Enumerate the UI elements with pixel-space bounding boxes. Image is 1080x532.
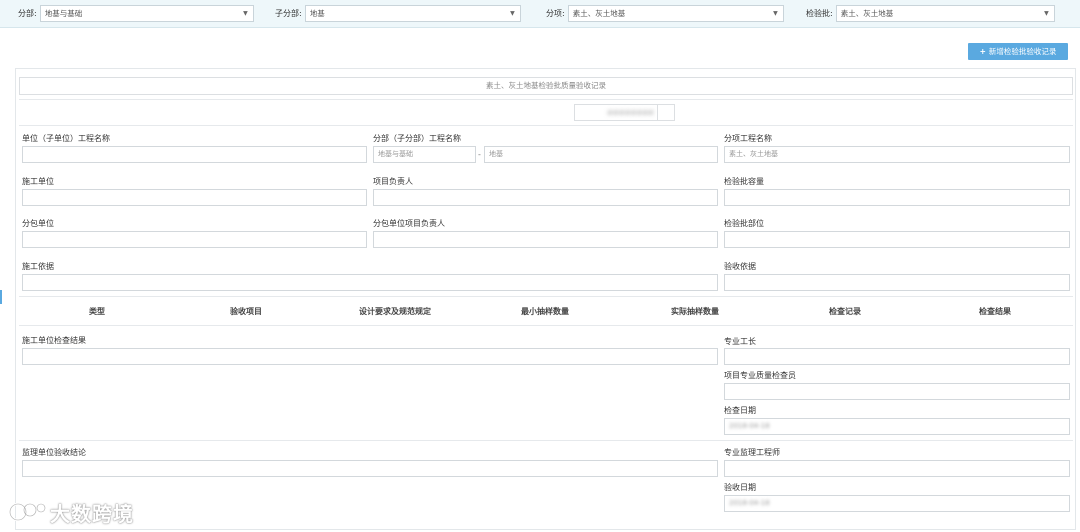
acceptance-date-label: 验收日期	[724, 483, 756, 492]
record-number-value: ########	[607, 109, 654, 117]
side-marker	[0, 290, 2, 304]
divider	[19, 125, 1073, 126]
subdivision-filter: 子分部: 地基 ▼	[275, 5, 521, 22]
construction-basis-label: 施工依据	[22, 262, 54, 271]
check-date-input[interactable]: 2018-04-18	[724, 418, 1070, 435]
construction-basis-input[interactable]	[22, 274, 718, 291]
record-number-field[interactable]: ########	[574, 104, 675, 121]
check-date-value: 2018-04-18	[729, 422, 770, 430]
professional-foreman-input[interactable]	[724, 348, 1070, 365]
item-project-name-value: 素土、灰土地基	[729, 150, 778, 158]
batch-location-input[interactable]	[724, 231, 1070, 248]
add-batch-record-button[interactable]: + 新增检验批验收记录	[968, 43, 1068, 60]
divider	[657, 105, 658, 120]
project-manager-label: 项目负责人	[373, 177, 413, 186]
unit-project-name-input[interactable]	[22, 146, 367, 163]
column-header-min-sample: 最小抽样数量	[521, 307, 569, 316]
unit-project-name-label: 单位（子单位）工程名称	[22, 134, 110, 143]
watermark-text: 大数跨境	[50, 501, 134, 526]
column-header-type: 类型	[89, 307, 105, 316]
batch-location-label: 检验批部位	[724, 219, 764, 228]
division-project-name-label: 分部（子分部）工程名称	[373, 134, 461, 143]
watermark-logo-icon	[8, 502, 47, 522]
professional-foreman-label: 专业工长	[724, 337, 756, 346]
division-name-input[interactable]: 地基与基础	[373, 146, 476, 163]
division-filter: 分部: 地基与基础 ▼	[18, 5, 254, 22]
supervision-conclusion-input[interactable]	[22, 460, 718, 477]
batch-filter-label: 检验批:	[806, 9, 833, 18]
chevron-down-icon: ▼	[1044, 10, 1049, 17]
item-select-value: 素土、灰土地基	[572, 9, 626, 18]
item-project-name-label: 分项工程名称	[724, 134, 772, 143]
division-select-value: 地基与基础	[44, 9, 83, 18]
batch-capacity-input[interactable]	[724, 189, 1070, 206]
subdivision-select[interactable]: 地基 ▼	[304, 5, 521, 22]
add-batch-record-label: 新增检验批验收记录	[988, 47, 1057, 56]
acceptance-date-value: 2018-04-18	[729, 499, 770, 507]
column-header-check-record: 检查记录	[829, 307, 861, 316]
quality-inspector-input[interactable]	[724, 383, 1070, 400]
acceptance-basis-input[interactable]	[724, 274, 1070, 291]
divider	[19, 99, 1073, 100]
subdivision-select-value: 地基	[309, 9, 325, 18]
chevron-down-icon: ▼	[773, 10, 778, 17]
column-header-design-requirement: 设计要求及规范规定	[359, 307, 431, 316]
subcontract-unit-label: 分包单位	[22, 219, 54, 228]
subcontract-manager-label: 分包单位项目负责人	[373, 219, 445, 228]
divider	[19, 296, 1073, 297]
subcontract-unit-input[interactable]	[22, 231, 367, 248]
subcontract-manager-input[interactable]	[373, 231, 718, 248]
item-filter: 分项: 素土、灰土地基 ▼	[546, 5, 784, 22]
acceptance-date-input[interactable]: 2018-04-18	[724, 495, 1070, 512]
item-filter-label: 分项:	[546, 9, 565, 18]
batch-select[interactable]: 素土、灰土地基 ▼	[835, 5, 1055, 22]
subdivision-name-input[interactable]: 地基	[484, 146, 718, 163]
check-date-label: 检查日期	[724, 406, 756, 415]
column-header-actual-sample: 实际抽样数量	[671, 307, 719, 316]
form-title: 素土、灰土地基检验批质量验收记录	[19, 77, 1073, 95]
supervision-engineer-label: 专业监理工程师	[724, 448, 780, 457]
chevron-down-icon: ▼	[243, 10, 248, 17]
separator-dash: -	[478, 150, 481, 159]
plus-icon: +	[979, 47, 986, 56]
construction-check-result-input[interactable]	[22, 348, 718, 365]
item-select[interactable]: 素土、灰土地基 ▼	[567, 5, 784, 22]
batch-capacity-label: 检验批容量	[724, 177, 764, 186]
project-manager-input[interactable]	[373, 189, 718, 206]
supervision-conclusion-label: 监理单位验收结论	[22, 448, 86, 457]
subdivision-name-value: 地基	[489, 150, 503, 158]
item-project-name-input[interactable]: 素土、灰土地基	[724, 146, 1070, 163]
acceptance-basis-label: 验收依据	[724, 262, 756, 271]
division-name-value: 地基与基础	[378, 150, 413, 158]
column-header-item: 验收项目	[230, 307, 262, 316]
division-select[interactable]: 地基与基础 ▼	[39, 5, 254, 22]
supervision-engineer-input[interactable]	[724, 460, 1070, 477]
quality-inspector-label: 项目专业质量检查员	[724, 371, 796, 380]
construction-check-result-label: 施工单位检查结果	[22, 336, 86, 345]
chevron-down-icon: ▼	[510, 10, 515, 17]
watermark: 大数跨境	[8, 498, 134, 526]
construction-unit-input[interactable]	[22, 189, 367, 206]
filter-bar: 分部: 地基与基础 ▼ 子分部: 地基 ▼ 分项: 素土、灰土地基 ▼ 检验批:…	[0, 0, 1080, 28]
divider	[19, 325, 1073, 326]
subdivision-filter-label: 子分部:	[275, 9, 302, 18]
construction-unit-label: 施工单位	[22, 177, 54, 186]
batch-select-value: 素土、灰土地基	[840, 9, 894, 18]
batch-filter: 检验批: 素土、灰土地基 ▼	[806, 5, 1055, 22]
division-filter-label: 分部:	[18, 9, 37, 18]
column-header-check-result: 检查结果	[979, 307, 1011, 316]
divider	[19, 440, 1073, 441]
